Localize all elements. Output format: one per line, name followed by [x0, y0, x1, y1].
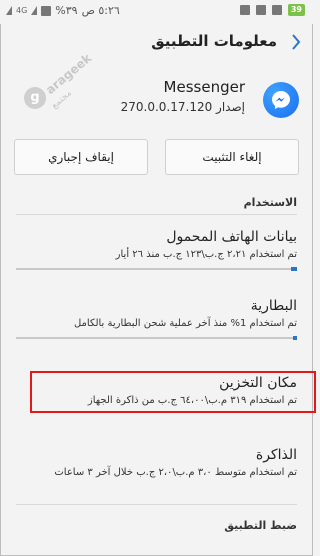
clock: ٥:٢٦ ص	[81, 4, 120, 17]
item-subtitle: تم استخدام 1% منذ آخر عملية شحن البطارية…	[73, 318, 297, 329]
network-type: 4G	[16, 6, 28, 15]
item-subtitle: تم استخدام ٢،٢١ ج.ب\١٢٣ ج.ب منذ ٢٦ أيار	[115, 249, 297, 260]
battery-item[interactable]: البطارية تم استخدام 1% منذ آخر عملية شحن…	[16, 298, 297, 340]
app-settings-section-header: ضبط التطبيق	[224, 519, 297, 532]
usage-section-header: الاستخدام	[243, 196, 297, 209]
item-title: البطارية	[250, 298, 297, 314]
usage-bar	[16, 267, 297, 271]
app-info: Messenger إصدار 270.0.0.17.120	[9, 70, 299, 130]
image-icon	[255, 5, 266, 15]
usage-bar-fill	[291, 267, 297, 271]
item-title: الذاكرة	[255, 447, 297, 463]
carrier-badge: 39	[287, 4, 305, 16]
battery-percent: ٣٩%	[55, 4, 78, 17]
status-right: 39	[239, 4, 305, 16]
item-subtitle: تم استخدام متوسط ٣،٠ م.ب\٢،٠ ج.ب خلال آخ…	[54, 467, 297, 478]
download-icon	[271, 5, 282, 15]
uninstall-button[interactable]: إلغاء التثبيت	[165, 139, 299, 175]
divider	[16, 214, 297, 215]
divider	[16, 504, 297, 505]
messenger-icon	[263, 82, 299, 118]
usage-bar-fill	[292, 336, 297, 340]
mobile-data-item[interactable]: بيانات الهاتف المحمول تم استخدام ٢،٢١ ج.…	[16, 229, 297, 271]
app-name: Messenger	[163, 78, 245, 96]
storage-highlight-box	[30, 371, 316, 413]
memory-item[interactable]: الذاكرة تم استخدام متوسط ٣،٠ م.ب\٢،٠ ج.ب…	[16, 447, 297, 478]
signal-icon	[31, 6, 38, 15]
force-stop-button[interactable]: إيقاف إجباري	[14, 139, 148, 175]
wifi-icon	[6, 6, 12, 15]
status-left: ٥:٢٦ ص ٣٩% 4G	[6, 4, 120, 17]
usage-bar	[16, 336, 297, 340]
status-bar: ٥:٢٦ ص ٣٩% 4G 39	[0, 0, 313, 24]
app-version: إصدار 270.0.0.17.120	[120, 100, 245, 114]
notification-icon	[239, 5, 250, 15]
page-title: معلومات التطبيق	[151, 32, 277, 50]
battery-icon	[41, 5, 52, 16]
item-title: بيانات الهاتف المحمول	[166, 229, 297, 245]
chevron-right-icon[interactable]	[289, 34, 301, 50]
app-bar: معلومات التطبيق	[0, 24, 313, 64]
